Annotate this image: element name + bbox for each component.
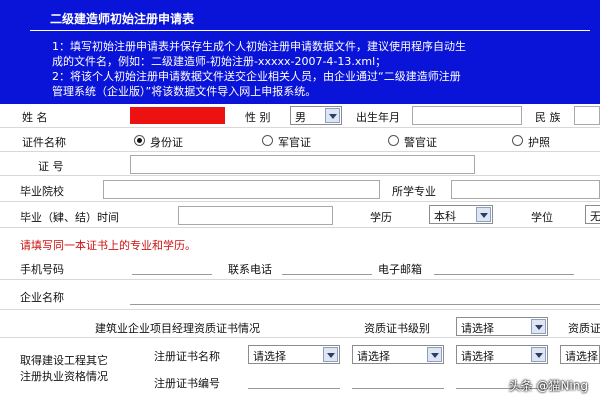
reg-cert-no-field-1[interactable] (248, 388, 340, 389)
pm-cert-label: 建筑业企业项目经理资质证书情况 (95, 322, 260, 335)
instruction-line-2: 成的文件名，例如：二级建造师-初始注册-xxxxx-2007-4-13.xml； (52, 55, 387, 68)
banner-divider (30, 30, 590, 31)
watermark: 头条 @猫Ning (508, 379, 588, 393)
grad-time-label: 毕业（肄、结）时间 (20, 211, 119, 224)
gender-select[interactable]: 男 (290, 106, 342, 125)
education-select[interactable]: 本科 (429, 205, 493, 224)
form-notice: 请填写同一本证书上的专业和学历。 (20, 239, 196, 252)
qual-cert-label: 资质证 (568, 322, 600, 335)
instruction-line-3: 2：将该个人初始注册申请数据文件送交企业相关人员，由企业通过“二级建造师注册 (52, 70, 461, 83)
major-label: 所学专业 (392, 185, 436, 198)
radio-passport[interactable] (512, 135, 523, 146)
reg-cert-name-select-1[interactable]: 请选择 (248, 345, 340, 364)
instruction-banner: 二级建造师初始注册申请表 1：填写初始注册申请表并保存生成个人初始注册申请数据文… (0, 0, 600, 104)
radio-police-label: 警官证 (404, 136, 437, 149)
cert-no-label: 证 号 (38, 160, 64, 173)
qual-level-select[interactable]: 请选择 (456, 317, 548, 336)
row-company: 企业名称 (0, 280, 600, 310)
cert-no-field[interactable] (130, 155, 475, 174)
tel-field[interactable] (282, 274, 372, 275)
chevron-down-icon (323, 347, 338, 362)
chevron-down-icon (531, 347, 546, 362)
obtained-label-1: 取得建设工程其它 (20, 354, 108, 367)
row-pm-cert: 建筑业企业项目经理资质证书情况 资质证书级别 请选择 资质证 (0, 314, 600, 338)
phone-field[interactable] (132, 274, 212, 275)
radio-passport-label: 护照 (528, 136, 550, 149)
chevron-down-icon (325, 108, 340, 123)
email-field[interactable] (434, 274, 574, 275)
reg-cert-name-label: 注册证书名称 (154, 350, 220, 363)
ethnicity-label: 民 族 (535, 111, 561, 124)
cert-type-label: 证件名称 (22, 136, 66, 149)
major-field[interactable] (451, 180, 600, 199)
row-cert-no: 证 号 (0, 152, 600, 176)
ethnicity-field[interactable] (574, 106, 600, 125)
reg-cert-no-label: 注册证书编号 (154, 377, 220, 390)
row-school: 毕业院校 所学专业 (0, 176, 600, 202)
name-field[interactable] (130, 107, 225, 124)
chevron-down-icon (427, 347, 442, 362)
gender-label: 性 别 (245, 111, 271, 124)
radio-police[interactable] (388, 135, 399, 146)
reg-cert-name-select-2[interactable]: 请选择 (352, 345, 444, 364)
company-field[interactable] (130, 304, 600, 305)
radio-military[interactable] (262, 135, 273, 146)
email-label: 电子邮箱 (378, 263, 422, 276)
radio-id-card-label: 身份证 (150, 136, 183, 149)
row-contact: 手机号码 联系电话 电子邮箱 (0, 254, 600, 280)
phone-label: 手机号码 (20, 263, 64, 276)
education-label: 学历 (370, 211, 392, 224)
school-field[interactable] (103, 180, 380, 199)
instruction-line-4: 管理系统（企业版）”将该数据文件导入网上申报系统。 (52, 85, 317, 98)
name-label: 姓 名 (22, 111, 48, 124)
birth-field[interactable] (412, 106, 522, 125)
qual-level-label: 资质证书级别 (364, 322, 430, 335)
grad-time-field[interactable] (178, 206, 333, 225)
form-title: 二级建造师初始注册申请表 (50, 12, 195, 26)
reg-cert-name-select-3[interactable]: 请选择 (456, 345, 548, 364)
reg-cert-no-field-2[interactable] (352, 388, 444, 389)
chevron-down-icon (476, 207, 491, 222)
degree-select[interactable]: 无 (585, 205, 600, 224)
reg-cert-name-select-4[interactable]: 请选择 (560, 345, 600, 364)
chevron-down-icon (531, 319, 546, 334)
company-label: 企业名称 (20, 291, 64, 304)
degree-label: 学位 (531, 211, 553, 224)
tel-label: 联系电话 (228, 263, 272, 276)
registration-form: 姓 名 性 别 男 出生年月 民 族 证件名称 身份证 军官证 警官证 护照 证… (0, 104, 600, 400)
school-label: 毕业院校 (20, 185, 64, 198)
row-cert-type: 证件名称 身份证 军官证 警官证 护照 (0, 128, 600, 152)
birth-label: 出生年月 (356, 111, 400, 124)
radio-military-label: 军官证 (278, 136, 311, 149)
row-graduation: 毕业（肄、结）时间 学历 本科 学位 无 (0, 202, 600, 228)
radio-id-card[interactable] (134, 135, 145, 146)
row-basic-info: 姓 名 性 别 男 出生年月 民 族 (0, 104, 600, 128)
obtained-label-2: 注册执业资格情况 (20, 370, 108, 383)
instruction-line-1: 1：填写初始注册申请表并保存生成个人初始注册申请数据文件，建议使用程序自动生 (52, 40, 466, 53)
